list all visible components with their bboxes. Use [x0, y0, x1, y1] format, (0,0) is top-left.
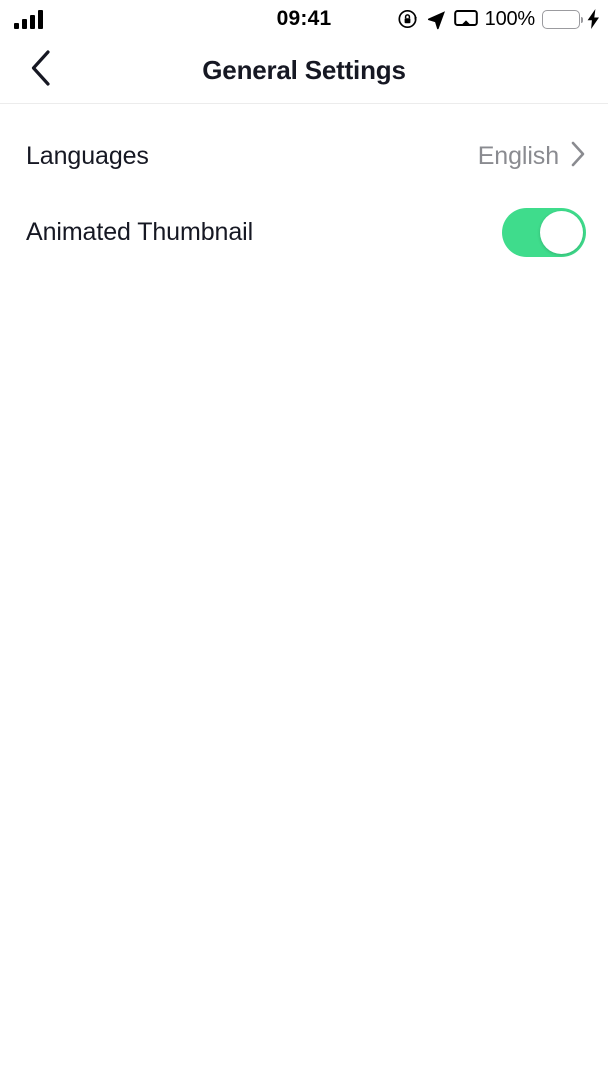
lightning-bolt-icon [587, 9, 600, 29]
status-bar-right: 100% [397, 0, 600, 38]
battery-icon [542, 9, 583, 29]
animated-thumbnail-toggle[interactable] [502, 207, 586, 257]
settings-list: Languages English Animated Thumbnail [0, 104, 608, 270]
screen-mirroring-icon [453, 9, 478, 30]
status-bar: 09:41 100% [0, 0, 608, 38]
battery-percentage: 100% [484, 7, 536, 30]
languages-value: English [477, 141, 559, 170]
page-title: General Settings [202, 55, 406, 85]
toggle-knob [540, 210, 583, 254]
settings-row-label: Languages [26, 141, 149, 170]
settings-row-label: Animated Thumbnail [26, 217, 254, 246]
settings-row-languages[interactable]: Languages English [0, 118, 608, 194]
chevron-right-icon [570, 140, 586, 173]
nav-header: General Settings [0, 38, 608, 104]
rotation-lock-icon [397, 8, 419, 30]
location-arrow-icon [426, 9, 447, 30]
settings-row-animated-thumbnail[interactable]: Animated Thumbnail [0, 194, 608, 270]
phone-screen: 09:41 100% General Settings Languages En… [0, 0, 608, 1080]
settings-row-value-group: English [478, 140, 586, 173]
